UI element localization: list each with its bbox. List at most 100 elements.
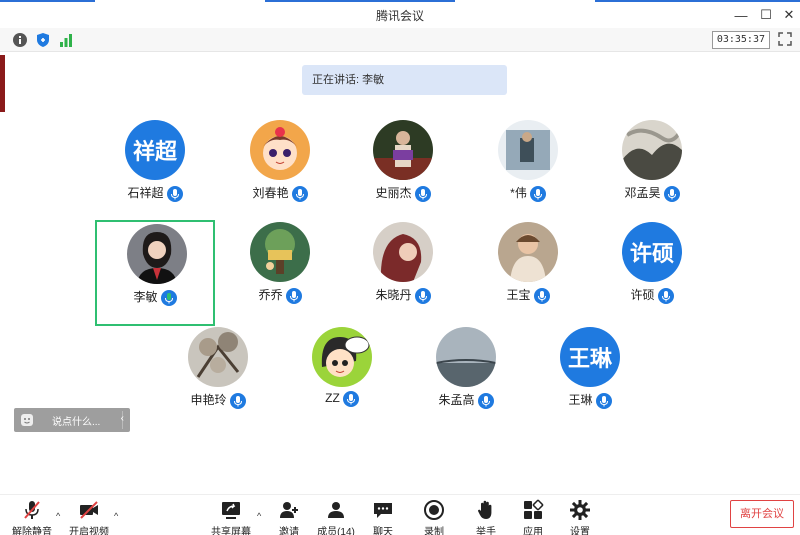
record-icon [424, 500, 444, 520]
gear-icon [570, 500, 590, 520]
microphone-icon [160, 289, 177, 306]
background-window-edge [0, 55, 5, 112]
microphone-icon [529, 185, 546, 202]
participant-name-row: *伟 [468, 184, 588, 202]
avatar [498, 222, 558, 282]
control-bar: 解除静音 ^ 开启视频 ^ 共享屏幕 ^ 邀请 成员(14) 聊天 录制 举手 … [0, 494, 800, 535]
chat-input[interactable]: 说点什么... ‹ [14, 408, 130, 432]
participant-name: 王琳 [568, 393, 593, 407]
participant-tile[interactable]: *伟 [468, 118, 588, 224]
participant-tile[interactable]: 史丽杰 [343, 118, 463, 224]
participant-name: 许硕 [630, 288, 655, 302]
participant-tile[interactable]: 许硕 许硕 [592, 220, 712, 326]
invite-icon [280, 502, 298, 518]
microphone-icon [342, 391, 359, 407]
participant-name: *伟 [510, 186, 527, 200]
minimize-button[interactable]: — [730, 6, 752, 24]
participant-tile[interactable]: 王琳 王琳 [530, 325, 650, 431]
participant-name: 乔乔 [258, 288, 283, 302]
microphone-icon [663, 185, 680, 202]
unmute-button[interactable]: 解除静音 [4, 499, 60, 535]
video-options-caret[interactable]: ^ [114, 511, 118, 521]
participant-tile[interactable]: 申艳玲 [158, 325, 278, 431]
microphone-icon [229, 392, 246, 409]
participant-name-row: 王宝 [468, 286, 588, 304]
participant-name-row: 朱晓丹 [343, 286, 463, 304]
microphone-icon [477, 392, 494, 409]
record-button[interactable]: 录制 [406, 499, 462, 535]
avatar: 王琳 [560, 327, 620, 387]
video-label: 开启视频 [69, 527, 109, 535]
avatar [188, 327, 248, 387]
share-screen-button[interactable]: 共享屏幕 [203, 499, 259, 535]
participant-tile[interactable]: 邓孟昊 [592, 118, 712, 224]
speaking-indicator: 正在讲话: 李敏 [302, 65, 507, 95]
unmute-label: 解除静音 [12, 527, 52, 535]
camera-off-icon [80, 501, 98, 519]
avatar [498, 120, 558, 180]
share-screen-icon [222, 502, 240, 519]
security-shield-icon[interactable] [35, 32, 51, 48]
participant-tile[interactable]: 祥超 石祥超 [95, 118, 215, 224]
mic-muted-icon [24, 501, 40, 519]
settings-button[interactable]: 设置 [552, 499, 608, 535]
meeting-timer: 03:35:37 [711, 31, 770, 49]
participant-tile[interactable]: 朱晓丹 [343, 220, 463, 326]
emoji-icon[interactable] [20, 413, 34, 427]
participant-name-row: 邓孟昊 [592, 184, 712, 202]
microphone-icon [291, 185, 308, 202]
participant-name: 朱孟高 [438, 393, 475, 407]
audio-options-caret[interactable]: ^ [56, 511, 60, 521]
chat-placeholder: 说点什么... [52, 417, 101, 428]
participant-name: 史丽杰 [375, 186, 412, 200]
maximize-button[interactable]: ☐ [755, 6, 777, 24]
participant-name: 刘春艳 [252, 186, 289, 200]
collapse-chat-icon[interactable]: ‹ [121, 413, 124, 424]
participant-tile[interactable]: 王宝 [468, 220, 588, 326]
microphone-icon [166, 185, 183, 202]
avatar [250, 120, 310, 180]
participant-name-row: 史丽杰 [343, 184, 463, 202]
participant-tile[interactable]: 朱孟高 [406, 325, 526, 431]
microphone-icon [657, 287, 674, 304]
participant-name: ZZ [325, 391, 340, 406]
fullscreen-icon[interactable] [778, 32, 792, 46]
microphone-icon [414, 185, 431, 202]
microphone-icon [285, 287, 302, 304]
share-label: 共享屏幕 [211, 527, 251, 535]
avatar [250, 222, 310, 282]
participant-name-row: 石祥超 [95, 184, 215, 202]
participant-name: 王宝 [506, 288, 531, 302]
avatar [373, 222, 433, 282]
participant-name-row: 朱孟高 [406, 391, 526, 409]
participant-name-row: ZZ [282, 391, 402, 407]
microphone-icon [533, 287, 550, 304]
info-icon[interactable] [12, 32, 28, 48]
title-bar: 腾讯会议 — ☐ ✕ [0, 2, 800, 28]
chat-button[interactable]: 聊天 [355, 499, 411, 535]
participant-name-row: 刘春艳 [220, 184, 340, 202]
participant-name: 申艳玲 [190, 393, 227, 407]
chat-icon [374, 503, 392, 518]
record-label: 录制 [424, 527, 444, 535]
participant-name: 李敏 [133, 290, 158, 304]
leave-meeting-button[interactable]: 离开会议 [730, 500, 794, 528]
members-icon [328, 502, 344, 518]
participant-tile[interactable]: 乔乔 [220, 220, 340, 326]
participant-tile[interactable]: 李敏 [95, 220, 215, 326]
participant-tile[interactable]: 刘春艳 [220, 118, 340, 224]
start-video-button[interactable]: 开启视频 [61, 499, 117, 535]
participant-name-row: 许硕 [592, 286, 712, 304]
participant-name: 邓孟昊 [624, 186, 661, 200]
avatar [312, 327, 372, 387]
avatar [436, 327, 496, 387]
participant-tile[interactable]: ZZ [282, 325, 402, 431]
avatar [127, 224, 187, 284]
signal-strength-icon[interactable] [58, 32, 74, 48]
participant-name-row: 申艳玲 [158, 391, 278, 409]
close-button[interactable]: ✕ [778, 6, 800, 24]
participant-name-row: 王琳 [530, 391, 650, 409]
chat-label: 聊天 [373, 527, 393, 535]
avatar [622, 120, 682, 180]
participant-name-row: 李敏 [97, 288, 213, 306]
